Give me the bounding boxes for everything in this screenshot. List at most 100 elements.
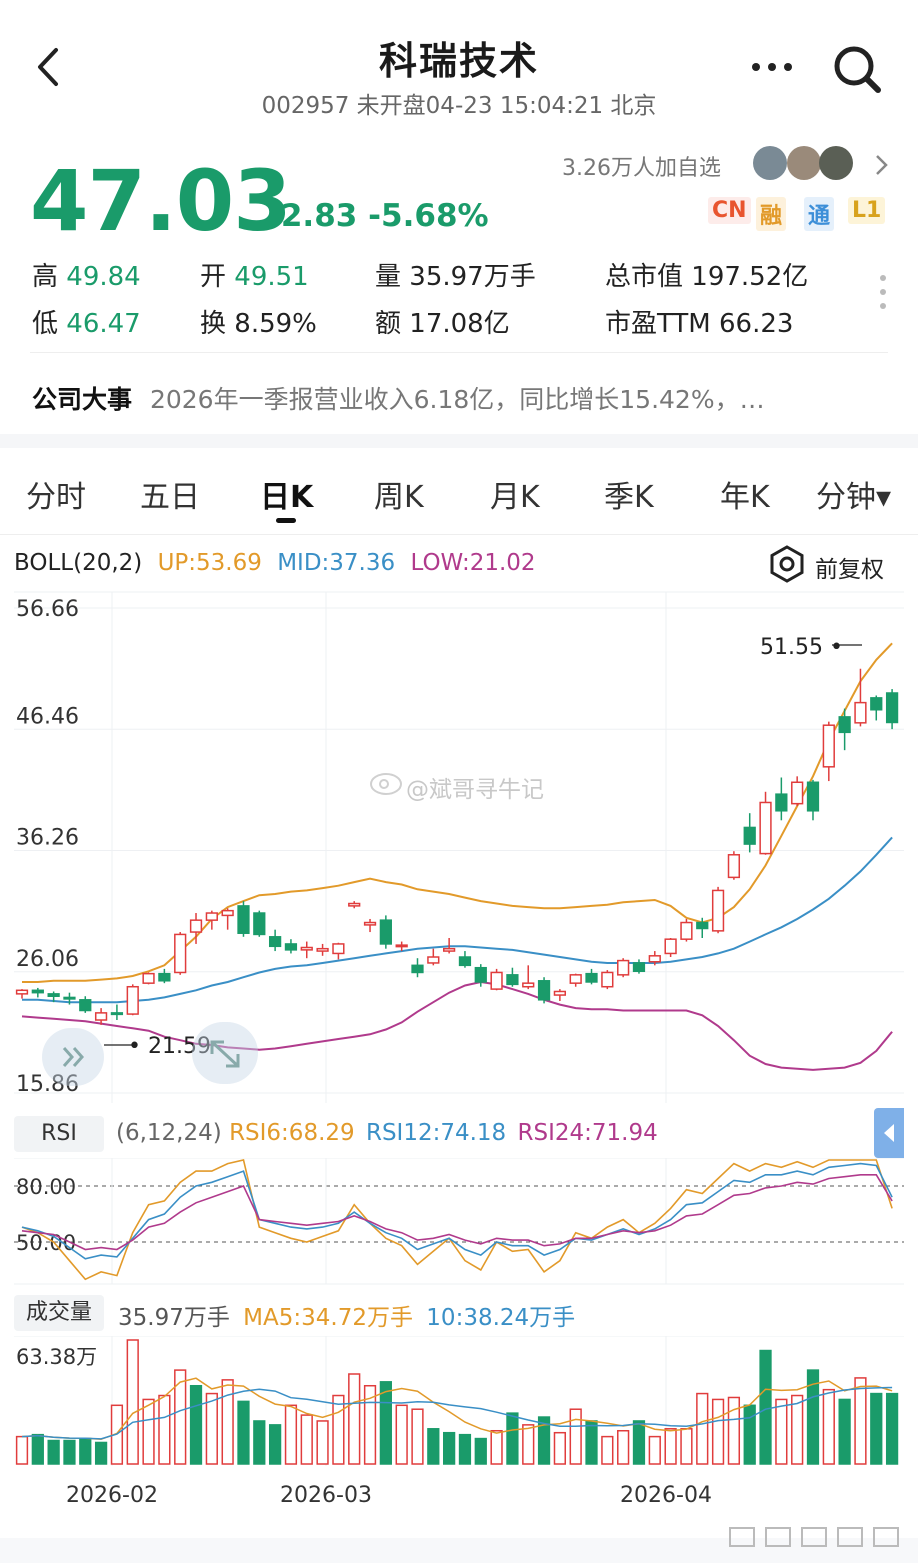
candle-body	[221, 909, 234, 917]
y-tick-label: 46.46	[16, 704, 79, 729]
more-icon[interactable]	[748, 58, 796, 76]
boll-low: LOW:21.02	[410, 550, 536, 576]
candle	[601, 970, 614, 990]
volume-bar	[648, 1435, 661, 1465]
follower-avatars[interactable]	[752, 144, 856, 182]
candle	[870, 695, 883, 721]
rsi-legend: (6,12,24) RSI6:68.29 RSI12:74.18 RSI24:7…	[116, 1120, 658, 1146]
followers-count[interactable]: 3.26万人加自选	[562, 150, 721, 182]
candle-body	[759, 801, 772, 855]
candle-body	[617, 959, 630, 976]
rsi12-value: RSI12:74.18	[365, 1120, 507, 1146]
volume-bar	[284, 1404, 298, 1465]
volume-bar	[490, 1429, 503, 1465]
candlestick-chart[interactable]: 56.6646.4636.2626.0615.86 51.55 •• 21.59	[0, 588, 918, 1113]
settings-icon[interactable]	[768, 545, 806, 583]
candle	[885, 689, 899, 730]
tab-minute[interactable]: 分钟▾	[816, 472, 891, 516]
candle-body	[569, 974, 582, 984]
adjust-mode[interactable]: 前复权	[815, 550, 884, 584]
volume-bar	[506, 1412, 519, 1465]
candle-body	[31, 989, 44, 994]
scroll-left-button[interactable]	[42, 1028, 104, 1086]
candle	[806, 779, 820, 821]
rsi-params: (6,12,24)	[116, 1120, 222, 1146]
candle	[632, 959, 646, 974]
candle	[332, 942, 345, 960]
badge-connect[interactable]: 通	[804, 197, 835, 231]
rsi-label[interactable]: RSI	[14, 1116, 104, 1152]
candle	[268, 929, 282, 952]
candle	[158, 968, 171, 984]
candle-body	[474, 966, 487, 983]
candle-body	[332, 943, 345, 955]
candle	[617, 958, 630, 978]
volume-bar	[870, 1392, 883, 1465]
stat-turnover: 换 8.59%	[200, 309, 317, 339]
volume-bar	[553, 1431, 567, 1465]
company-news[interactable]: 公司大事 2026年一季报营业收入6.18亿，同比增长15.42%，…	[32, 380, 892, 416]
volume-bar	[79, 1437, 92, 1465]
candle	[427, 948, 440, 966]
volume-chart[interactable]: 63.38万 2026-02 2026-03 2026-04	[0, 1336, 918, 1536]
candle-body	[506, 974, 519, 986]
volume-bar	[822, 1388, 835, 1465]
boll-name: BOLL(20,2)	[14, 550, 143, 576]
candle-body	[601, 971, 614, 988]
candle	[205, 910, 218, 930]
section-separator	[0, 434, 918, 448]
watermark-logo-icon	[368, 768, 404, 796]
volume-bar	[443, 1431, 456, 1465]
stat-amount: 额 17.08亿	[375, 309, 510, 339]
tab-quarterly-k[interactable]: 季K	[604, 472, 654, 516]
current-price: 47.03	[30, 152, 292, 250]
tab-yearly-k[interactable]: 年K	[720, 472, 770, 516]
chevron-right-icon[interactable]	[872, 152, 892, 178]
candle	[15, 989, 29, 999]
candle	[31, 987, 44, 998]
volume-bar	[411, 1408, 424, 1465]
candle-body	[585, 972, 598, 983]
badge-cn[interactable]: CN	[708, 197, 751, 224]
candle-body	[490, 971, 503, 990]
candle	[522, 965, 535, 990]
more-stats-icon[interactable]	[878, 272, 888, 312]
volume-bar	[268, 1424, 282, 1465]
volume-bar	[379, 1381, 392, 1465]
collapse-panel-button[interactable]	[874, 1108, 904, 1158]
volume-label[interactable]: 成交量	[14, 1295, 104, 1331]
candle-body	[79, 999, 92, 1012]
rsi-chart[interactable]: 80.00 50.00	[0, 1158, 918, 1288]
volume-bar	[253, 1420, 266, 1465]
active-tab-indicator	[276, 518, 296, 523]
stat-market-cap: 总市值 197.52亿	[605, 262, 809, 292]
expand-icon[interactable]	[192, 1022, 258, 1084]
volume-bar	[711, 1398, 725, 1465]
volume-bar	[189, 1384, 203, 1465]
volume-bar	[332, 1394, 345, 1465]
candle-body	[63, 996, 76, 1000]
tab-monthly-k[interactable]: 月K	[490, 472, 540, 516]
volume-bar	[664, 1428, 677, 1465]
tab-daily-k[interactable]: 日K	[260, 472, 313, 516]
tab-intraday[interactable]: 分时	[26, 472, 86, 516]
volume-bar	[158, 1394, 171, 1465]
volume-bar	[474, 1437, 487, 1465]
candle-body	[806, 781, 820, 812]
news-label: 公司大事	[32, 385, 133, 414]
volume-bar	[759, 1349, 772, 1465]
tab-five-day[interactable]: 五日	[140, 472, 200, 516]
candle-body	[838, 716, 851, 734]
tab-weekly-k[interactable]: 周K	[374, 472, 424, 516]
volume-bar	[601, 1435, 614, 1465]
stat-open: 开 49.51	[200, 262, 309, 292]
search-icon[interactable]	[830, 44, 884, 94]
candle	[363, 918, 377, 933]
rsi12-line	[21, 1162, 893, 1260]
candle-body	[664, 938, 677, 955]
rsi6-value: RSI6:68.29	[229, 1120, 355, 1146]
candle-body	[727, 854, 741, 879]
volume-bar	[31, 1433, 44, 1465]
badge-level1[interactable]: L1	[848, 197, 886, 224]
badge-margin[interactable]: 融	[756, 197, 787, 231]
